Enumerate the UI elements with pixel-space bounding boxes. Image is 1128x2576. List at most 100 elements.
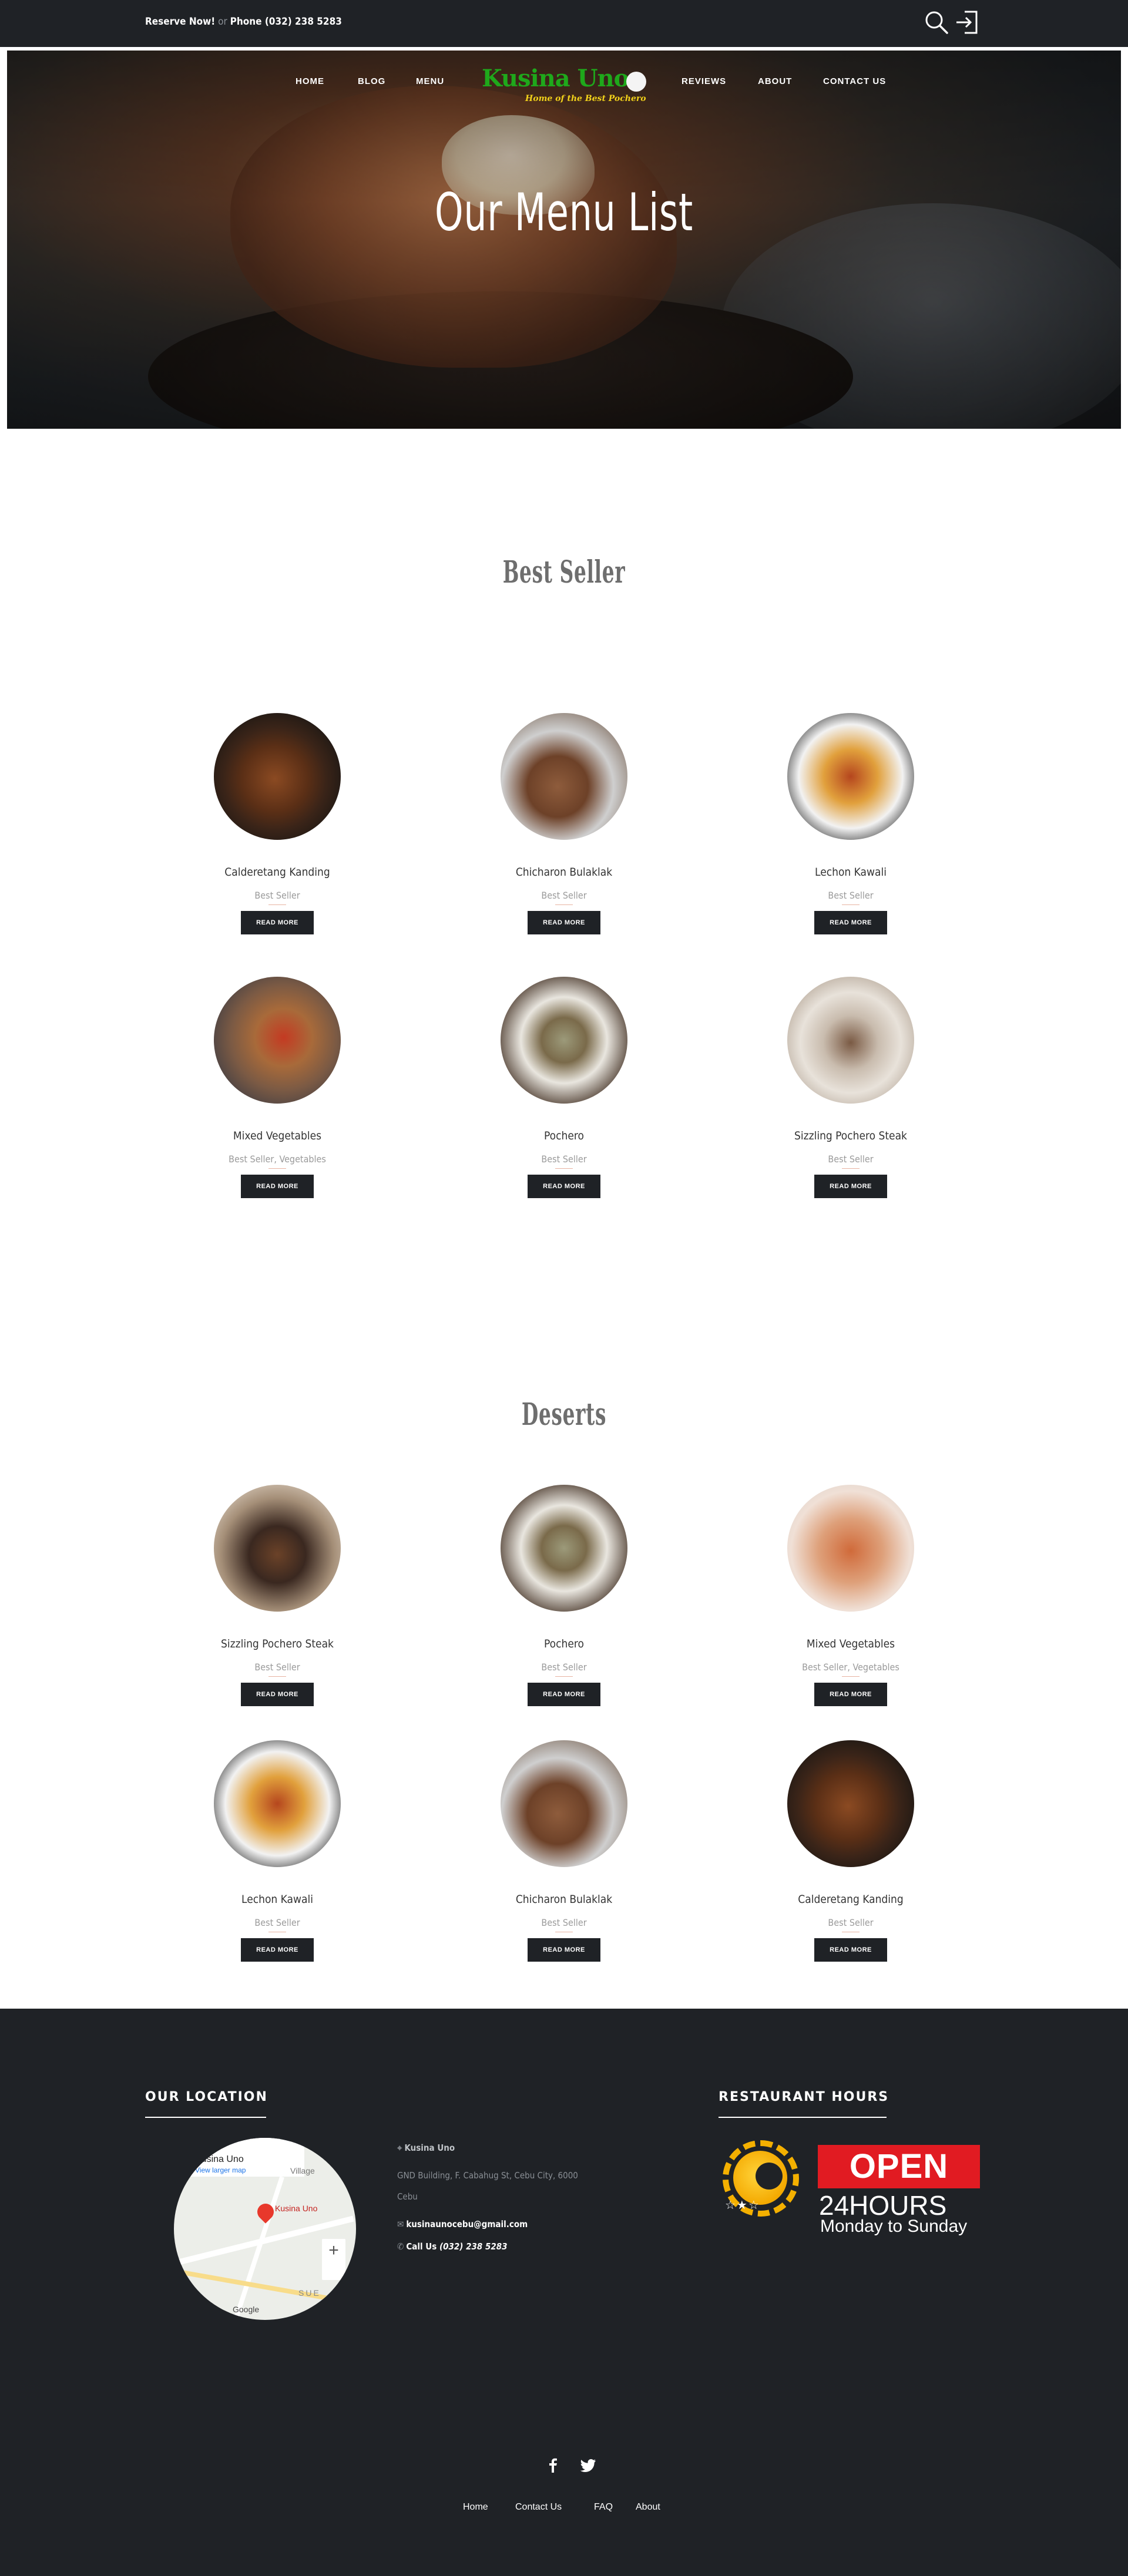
read-more-button[interactable]: READ MORE [814,1938,887,1962]
read-more-button[interactable]: READ MORE [528,911,600,934]
menu-item-name[interactable]: Mixed Vegetables [183,1129,371,1142]
menu-item-category[interactable]: Best Seller, Vegetables [757,1662,945,1673]
menu-item-category[interactable]: Best Seller [470,1662,658,1673]
twitter-icon[interactable] [579,2456,597,2474]
read-more-button[interactable]: READ MORE [528,1683,600,1706]
nav-menu[interactable]: MENU [416,76,444,86]
menu-item-category[interactable]: Best Seller, Vegetables [183,1154,371,1165]
section-title-deserts: Deserts [521,1397,607,1432]
top-bar: Reserve Now! or Phone (032) 238 5283 [0,0,1128,47]
menu-item-name[interactable]: Calderetang Kanding [183,866,371,879]
page-title: Our Menu List [435,182,693,243]
menu-item-divider [268,904,286,905]
footer-location-title: OUR LOCATION [145,2090,268,2104]
menu-item: Lechon Kawali Best Seller READ MORE [757,713,945,934]
menu-item-name[interactable]: Chicharon Bulaklak [470,1893,658,1906]
open-badge: OPEN [818,2145,980,2188]
footer-link-home[interactable]: Home [463,2502,488,2513]
menu-item-name[interactable]: Lechon Kawali [757,866,945,879]
google-logo: Google [233,2305,260,2314]
menu-item-photo[interactable] [787,1740,914,1867]
menu-item-photo[interactable] [787,977,914,1104]
location-map[interactable]: Kusina Uno View larger map Village Kusin… [174,2138,356,2320]
map-area-label: Village [290,2166,315,2175]
menu-item-category[interactable]: Best Seller [470,890,658,901]
site-logo[interactable]: Kusina Uno Home of the Best Pochero [477,63,653,110]
contact-phone-number[interactable]: (032) 238 5283 [439,2241,508,2252]
menu-item-name[interactable]: Sizzling Pochero Steak [757,1129,945,1142]
login-icon[interactable] [953,8,981,36]
menu-item-name[interactable]: Pochero [470,1129,658,1142]
menu-item-category[interactable]: Best Seller [470,1154,658,1165]
footer-link-contact[interactable]: Contact Us [515,2502,562,2513]
read-more-button[interactable]: READ MORE [814,1683,887,1706]
menu-item-name[interactable]: Pochero [470,1637,658,1650]
menu-item-category[interactable]: Best Seller [183,890,371,901]
map-view-larger-link[interactable]: View larger map [195,2166,246,2174]
contact-email-text[interactable]: kusinaunocebu@gmail.com [406,2219,528,2229]
facebook-icon[interactable] [544,2456,562,2474]
logo-tagline: Home of the Best Pochero [525,94,646,103]
menu-item: Mixed Vegetables Best Seller, Vegetables… [757,1485,945,1706]
menu-item-photo[interactable] [214,1740,341,1867]
map-zoom-in-button[interactable]: + [322,2239,345,2280]
nav-blog[interactable]: BLOG [358,76,385,86]
menu-item: Chicharon Bulaklak Best Seller READ MORE [470,1740,658,1962]
location-pin-icon: ⌖ [397,2143,402,2153]
menu-item: Mixed Vegetables Best Seller, Vegetables… [183,977,371,1198]
menu-item-photo[interactable] [214,713,341,840]
menu-item-name[interactable]: Lechon Kawali [183,1893,371,1906]
menu-item-divider [268,1168,286,1169]
nav-about[interactable]: ABOUT [758,76,792,86]
site-footer: OUR LOCATION Kusina Uno View larger map … [0,2009,1128,2576]
menu-item-category[interactable]: Best Seller [757,1154,945,1165]
menu-item-photo[interactable] [501,1740,627,1867]
nav-contact[interactable]: CONTACT US [823,76,886,86]
menu-item-name[interactable]: Mixed Vegetables [757,1637,945,1650]
menu-item: Calderetang Kanding Best Seller READ MOR… [757,1740,945,1962]
read-more-button[interactable]: READ MORE [241,1175,314,1198]
menu-item-photo[interactable] [501,713,627,840]
read-more-button[interactable]: READ MORE [528,1175,600,1198]
search-icon[interactable] [922,8,951,36]
menu-item-photo[interactable] [787,1485,914,1612]
nav-reviews[interactable]: REVIEWS [682,76,726,86]
menu-item-name[interactable]: Calderetang Kanding [757,1893,945,1906]
footer-link-about[interactable]: About [636,2502,660,2513]
phone-icon: ✆ [397,2241,404,2252]
menu-item-divider [268,1676,286,1677]
read-more-button[interactable]: READ MORE [528,1938,600,1962]
menu-item-photo[interactable] [214,1485,341,1612]
menu-item-category[interactable]: Best Seller [757,890,945,901]
contact-address: GND Building, F. Cabahug St, Cebu City, … [397,2170,578,2202]
footer-link-faq[interactable]: FAQ [594,2502,613,2513]
open-days-text: Monday to Sunday [820,2217,968,2236]
read-more-button[interactable]: READ MORE [241,1938,314,1962]
menu-item-name[interactable]: Chicharon Bulaklak [470,866,658,879]
contact-business-name-text: Kusina Uno [404,2143,455,2153]
nav-home[interactable]: HOME [296,76,324,86]
menu-item: Calderetang Kanding Best Seller READ MOR… [183,713,371,934]
reserve-or-text: or [218,16,227,28]
menu-item-category[interactable]: Best Seller [183,1917,371,1928]
menu-item-category[interactable]: Best Seller [470,1917,658,1928]
menu-item-category[interactable]: Best Seller [757,1917,945,1928]
contact-phone[interactable]: ✆ Call Us (032) 238 5283 [397,2241,508,2252]
menu-item: Sizzling Pochero Steak Best Seller READ … [757,977,945,1198]
read-more-button[interactable]: READ MORE [814,1175,887,1198]
read-more-button[interactable]: READ MORE [241,1683,314,1706]
envelope-icon: ✉ [397,2219,404,2229]
reserve-info: Reserve Now! or Phone (032) 238 5283 [145,16,342,28]
read-more-button[interactable]: READ MORE [241,911,314,934]
read-more-button[interactable]: READ MORE [814,911,887,934]
contact-email[interactable]: ✉ kusinaunocebu@gmail.com [397,2219,528,2229]
moon-icon [756,2163,783,2190]
menu-item-photo[interactable] [501,977,627,1104]
contact-business-name: ⌖ Kusina Uno [397,2143,455,2153]
menu-item-category[interactable]: Best Seller [183,1662,371,1673]
menu-item-photo[interactable] [501,1485,627,1612]
menu-item-name[interactable]: Sizzling Pochero Steak [183,1637,371,1650]
menu-item-photo[interactable] [214,977,341,1104]
menu-item-photo[interactable] [787,713,914,840]
reserve-phone-text[interactable]: Phone (032) 238 5283 [230,16,342,28]
